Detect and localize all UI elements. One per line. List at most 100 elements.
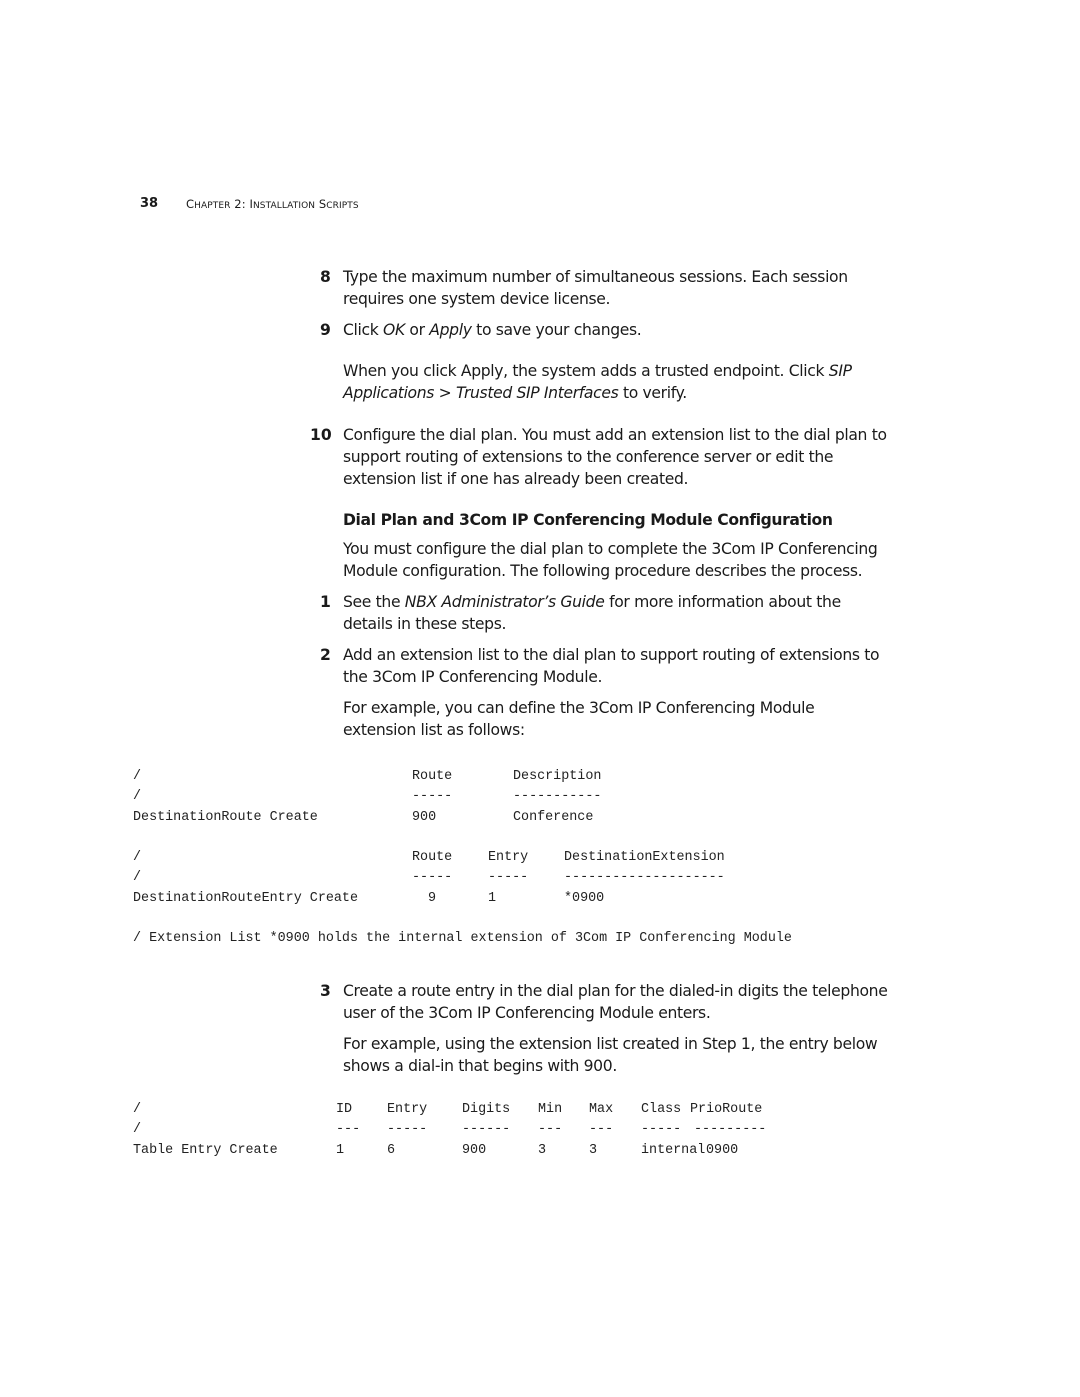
code-cell: / (133, 850, 142, 865)
text-line: Click OK or Apply to save your changes. (343, 319, 933, 341)
text-line: the 3Com IP Conferencing Module. (343, 668, 603, 686)
text-run: to verify. (618, 384, 687, 402)
step-number: 8 (320, 268, 331, 286)
code-header-entry: Entry (488, 850, 529, 865)
text-line: user of the 3Com IP Conferencing Module … (343, 1004, 711, 1022)
code-cell: 0900 (706, 1143, 739, 1158)
page-number: 38 (140, 196, 159, 211)
code-cell: 3 (589, 1143, 598, 1158)
code-header-route: Route (412, 769, 453, 784)
substep-2-text: Add an extension list to the dial plan t… (343, 644, 933, 688)
section-heading: Dial Plan and 3Com IP Conferencing Modul… (343, 511, 833, 529)
text-line: For example, using the extension list cr… (343, 1035, 878, 1053)
code-cell: *0900 (564, 891, 605, 906)
code-cell: 3 (538, 1143, 547, 1158)
step-number: 9 (320, 321, 331, 339)
chapter-title-part: S (315, 197, 327, 211)
code-divider: ----- (412, 870, 453, 885)
document-title: NBX Administrator’s Guide (404, 593, 605, 611)
text-line: Applications > Trusted SIP Interfaces to… (343, 382, 933, 404)
step-10-text: Configure the dial plan. You must add an… (343, 424, 933, 490)
text-line: When you click Apply, the system adds a … (343, 360, 933, 382)
step-9-text: Click OK or Apply to save your changes. (343, 319, 933, 341)
text-line: requires one system device license. (343, 290, 611, 308)
code-divider: ----------- (513, 789, 602, 804)
code-header-max: Max (589, 1102, 614, 1117)
code-comment: / Extension List *0900 holds the interna… (133, 931, 792, 946)
chapter-title: Chapter 2: Installation Scripts (186, 197, 359, 211)
chapter-title-part: hapter (194, 201, 231, 211)
text-line: Module configuration. The following proc… (343, 562, 863, 580)
text-run: or (404, 321, 430, 339)
text-line: extension list as follows: (343, 721, 525, 739)
text-line: support routing of extensions to the con… (343, 448, 834, 466)
text-run: for more information about the (604, 593, 841, 611)
code-cell: 9 (428, 891, 437, 906)
step-9-note: When you click Apply, the system adds a … (343, 360, 933, 404)
code-cell: / (133, 1102, 142, 1117)
text-line: Create a route entry in the dial plan fo… (343, 982, 888, 1000)
step-8-text: Type the maximum number of simultaneous … (343, 266, 933, 310)
code-header-prio-route: PrioRoute (690, 1102, 763, 1117)
code-command: Table Entry Create (133, 1143, 278, 1158)
code-cell: 1 (488, 891, 497, 906)
code-cell: / (133, 789, 142, 804)
text-line: Add an extension list to the dial plan t… (343, 646, 880, 664)
ui-term: SIP (828, 362, 852, 380)
substep-3-text: Create a route entry in the dial plan fo… (343, 980, 933, 1024)
code-header-description: Description (513, 769, 602, 784)
code-cell: Conference (513, 810, 594, 825)
ui-term: Apply (429, 321, 472, 339)
text-line: Configure the dial plan. You must add an… (343, 426, 887, 444)
substep-2-example: For example, you can define the 3Com IP … (343, 697, 933, 741)
substep-1-text: See the NBX Administrator’s Guide for mo… (343, 591, 933, 635)
text-line: extension list if one has already been c… (343, 470, 689, 488)
text-line: For example, you can define the 3Com IP … (343, 699, 815, 717)
code-divider: --- (589, 1122, 614, 1137)
code-cell: 1 (336, 1143, 345, 1158)
ui-term: OK (383, 321, 405, 339)
code-cell: 900 (462, 1143, 487, 1158)
code-command: DestinationRouteEntry Create (133, 891, 358, 906)
substep-3-example: For example, using the extension list cr… (343, 1033, 933, 1077)
text-line: Type the maximum number of simultaneous … (343, 268, 848, 286)
step-number: 2 (320, 646, 331, 664)
code-divider: ------ (462, 1122, 511, 1137)
code-divider: -------------------- (564, 870, 725, 885)
code-command: DestinationRoute Create (133, 810, 318, 825)
text-line: See the NBX Administrator’s Guide for mo… (343, 591, 933, 613)
code-header-entry: Entry (387, 1102, 428, 1117)
code-divider: ----- (387, 1122, 428, 1137)
ui-term: Applications > Trusted SIP Interfaces (343, 384, 619, 402)
code-header-route: Route (412, 850, 453, 865)
text-run: Click (343, 321, 384, 339)
text-run: to save your changes. (471, 321, 642, 339)
code-cell: / (133, 769, 142, 784)
chapter-title-part: nstallation (252, 201, 316, 211)
code-header-id: ID (336, 1102, 353, 1117)
chapter-title-part: cripts (326, 201, 359, 211)
code-cell: 900 (412, 810, 437, 825)
code-header-class: Class (641, 1102, 682, 1117)
code-header-digits: Digits (462, 1102, 511, 1117)
chapter-title-part: C (186, 197, 195, 211)
code-header-destination: DestinationExtension (564, 850, 725, 865)
text-line: You must configure the dial plan to comp… (343, 540, 878, 558)
code-divider: ----- (412, 789, 453, 804)
code-cell: internal (641, 1143, 706, 1158)
code-header-min: Min (538, 1102, 563, 1117)
code-divider: ----- (488, 870, 529, 885)
section-intro: You must configure the dial plan to comp… (343, 538, 933, 582)
text-run: When you click Apply, the system adds a … (343, 362, 829, 380)
code-cell: / (133, 870, 142, 885)
code-divider: --------- (694, 1122, 767, 1137)
code-divider: --- (336, 1122, 361, 1137)
step-number: 1 (320, 593, 331, 611)
code-divider: ----- (641, 1122, 682, 1137)
step-number: 3 (320, 982, 331, 1000)
text-line: details in these steps. (343, 615, 507, 633)
text-run: See the (343, 593, 405, 611)
chapter-title-part: 2: (230, 197, 250, 211)
step-number: 10 (310, 426, 332, 444)
code-divider: --- (538, 1122, 563, 1137)
